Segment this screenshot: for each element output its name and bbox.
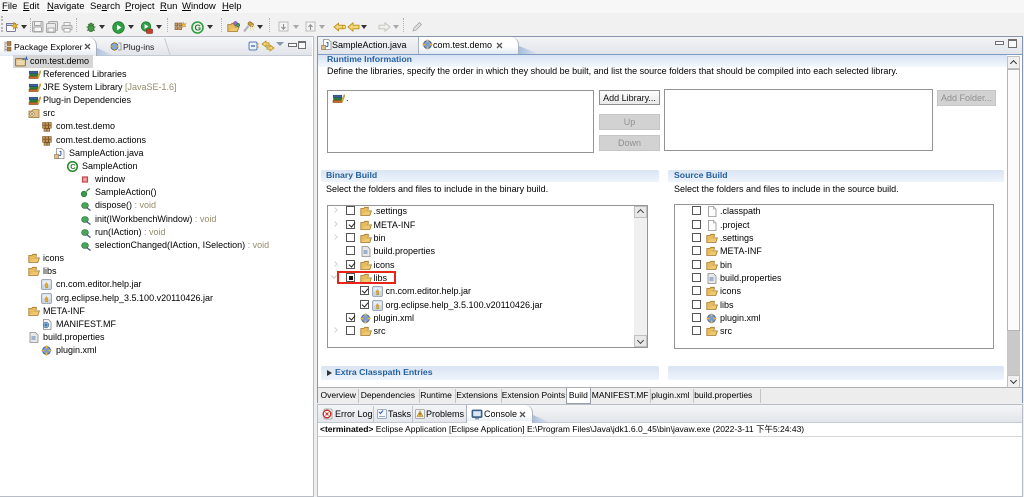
svg-text:G: G [195, 23, 202, 33]
svg-text:C: C [70, 162, 76, 171]
